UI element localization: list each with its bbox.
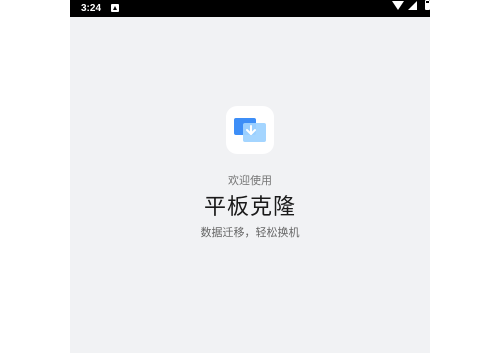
cellular-signal-icon [408, 1, 417, 10]
battery-icon [425, 0, 430, 10]
device-screen: 3:24 欢迎使用 平板克隆 数据迁移，轻松换机 [70, 0, 430, 353]
logo-graphic [234, 118, 266, 142]
android-notification-icon [111, 4, 119, 12]
tablet-clone-app-icon [226, 106, 274, 154]
status-time: 3:24 [81, 3, 102, 14]
status-bar: 3:24 [70, 0, 430, 17]
welcome-label: 欢迎使用 [228, 174, 272, 187]
app-title: 平板克隆 [203, 195, 296, 220]
app-subtitle: 数据迁移，轻松换机 [200, 226, 300, 239]
wifi-icon [392, 1, 404, 10]
